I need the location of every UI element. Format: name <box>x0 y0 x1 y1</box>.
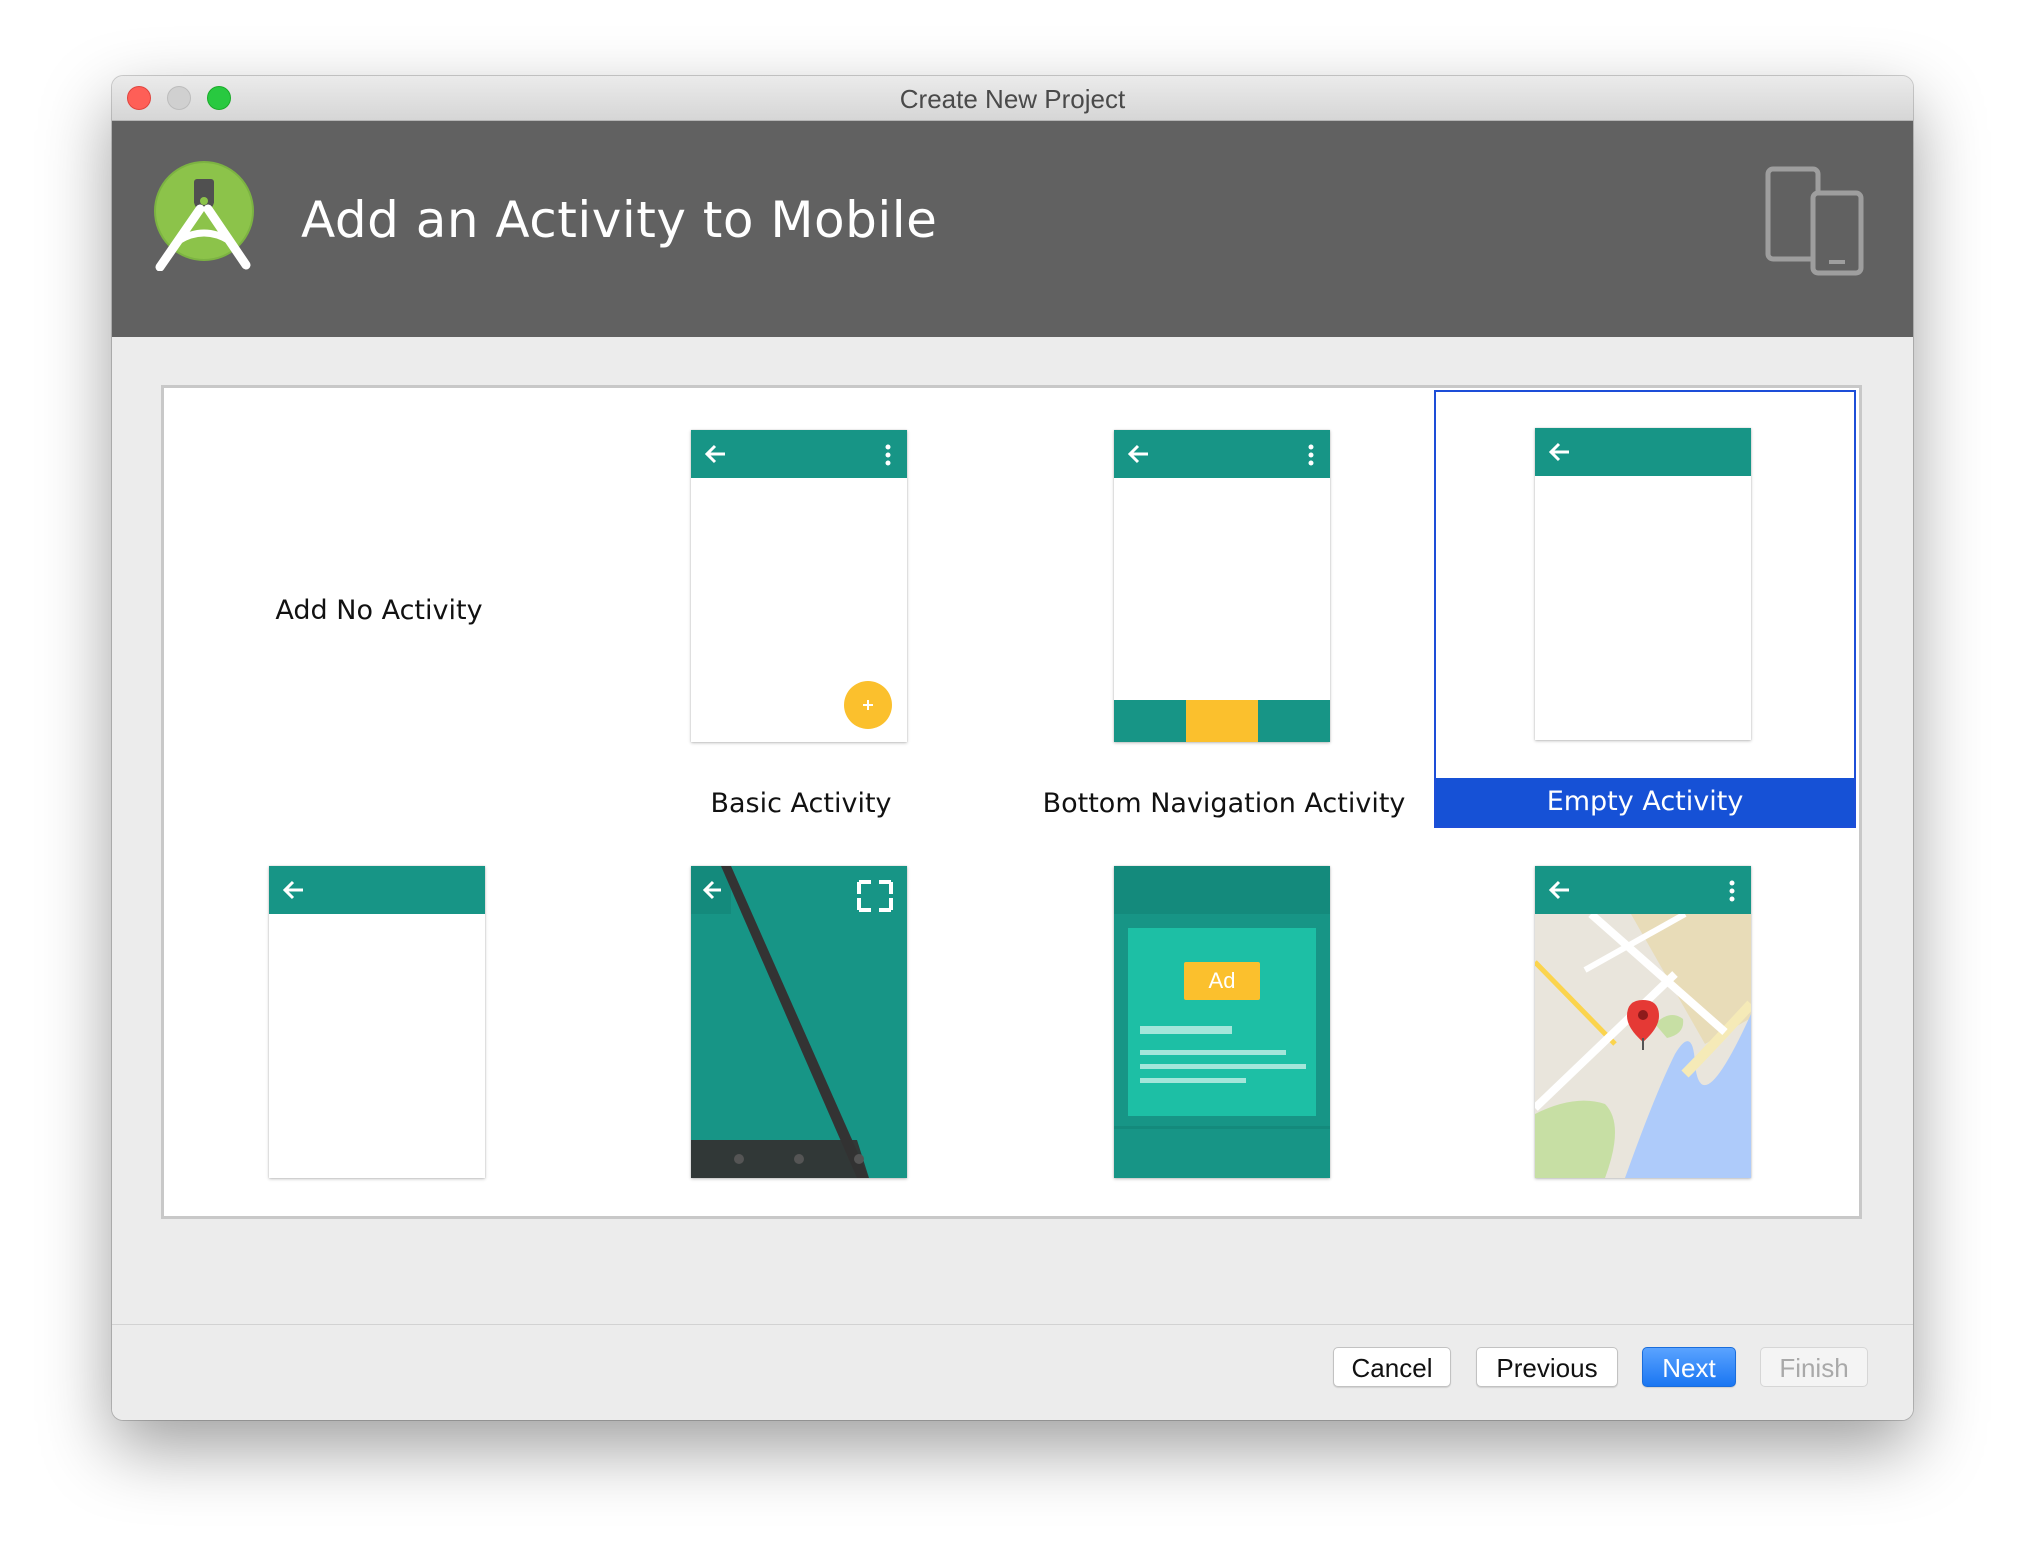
divider <box>1114 1126 1330 1129</box>
back-arrow-icon <box>705 444 725 464</box>
ad-text-line <box>1140 1050 1286 1055</box>
back-arrow-icon <box>1128 444 1148 464</box>
tile-label: Add No Activity <box>275 595 483 626</box>
ad-text-line <box>1140 1078 1246 1083</box>
admob-ads-preview: Ad <box>1114 866 1330 1178</box>
tile-label: Bottom Navigation Activity <box>1042 788 1406 819</box>
app-bar <box>691 430 907 478</box>
selected-nav-item <box>1186 700 1258 742</box>
activity-tile-none[interactable]: Add No Activity <box>168 392 590 830</box>
activity-gallery: Add No Activity Basic Activity Bottom Na… <box>161 385 1862 1219</box>
back-arrow-icon <box>283 880 303 900</box>
app-bar <box>1114 430 1330 478</box>
title-bar[interactable]: Create New Project <box>112 76 1913 121</box>
finish-button[interactable]: Finish <box>1760 1347 1868 1387</box>
overflow-menu-icon <box>1729 880 1735 902</box>
app-bar <box>1535 428 1751 476</box>
ad-card: Ad <box>1128 928 1316 1116</box>
basic-activity-preview <box>691 430 907 742</box>
map-illustration <box>1535 914 1751 1178</box>
ad-text-line <box>1140 1064 1306 1069</box>
bottom-navigation-preview <box>1114 430 1330 742</box>
tile-label: Empty Activity <box>1436 778 1854 826</box>
google-maps-preview <box>1535 866 1751 1178</box>
activity-tile-empty[interactable]: Empty Activity <box>1434 390 1856 828</box>
android-studio-logo <box>154 161 254 271</box>
fullscreen-illustration <box>691 866 907 1178</box>
empty-activity-preview <box>1535 428 1751 740</box>
app-bar <box>269 866 485 914</box>
wizard-footer: Cancel Previous Next Finish <box>112 1324 1913 1420</box>
activity-tile-bottom-navigation[interactable]: Bottom Navigation Activity <box>1013 392 1435 830</box>
app-bar <box>1114 866 1330 914</box>
create-new-project-window: Create New Project Add an Activity to Mo… <box>112 76 1913 1420</box>
ad-badge: Ad <box>1184 962 1260 1000</box>
bottom-navigation-bar <box>1114 700 1330 742</box>
overflow-menu-icon <box>885 444 891 466</box>
ad-text-line <box>1140 1026 1232 1034</box>
next-button[interactable]: Next <box>1642 1347 1736 1387</box>
tile-label: Basic Activity <box>710 788 892 819</box>
back-arrow-icon <box>1549 880 1569 900</box>
back-arrow-icon <box>1549 442 1569 462</box>
overflow-menu-icon <box>1308 444 1314 466</box>
app-bar <box>1535 866 1751 914</box>
fullscreen-preview <box>691 866 907 1178</box>
window-title: Create New Project <box>899 84 1126 114</box>
cancel-button[interactable]: Cancel <box>1333 1347 1451 1387</box>
phone-and-tablet-icon <box>1765 166 1864 276</box>
activity-tile-basic[interactable]: Basic Activity <box>590 392 1012 830</box>
wizard-header: Add an Activity to Mobile <box>112 121 1913 337</box>
page-title: Add an Activity to Mobile <box>301 191 938 249</box>
empty-no-menu-preview <box>269 866 485 1178</box>
previous-button[interactable]: Previous <box>1476 1347 1618 1387</box>
floating-action-button-icon <box>844 681 892 729</box>
